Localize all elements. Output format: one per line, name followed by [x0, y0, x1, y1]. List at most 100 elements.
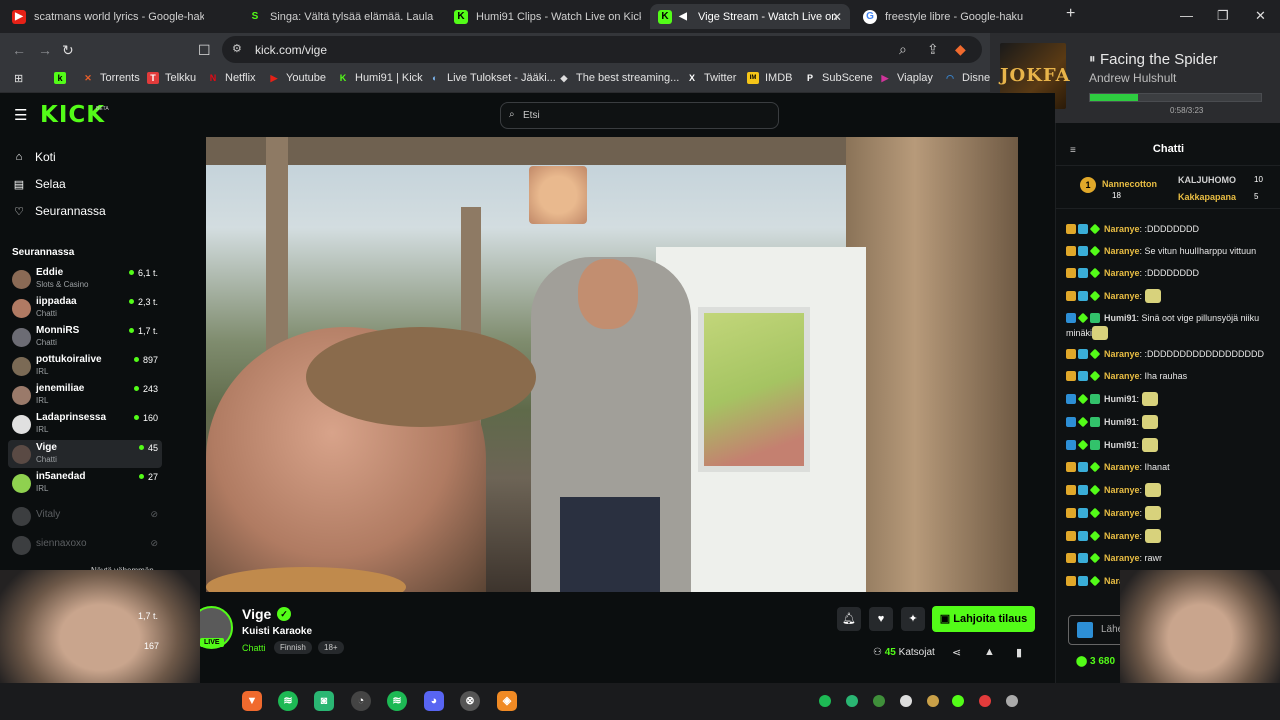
- channel-item[interactable]: in5anedad IRL 27: [8, 469, 162, 497]
- channel-item-offline[interactable]: siennaxoxo ⊘: [8, 531, 162, 559]
- zoom-icon[interactable]: ⌕: [899, 41, 907, 58]
- reload-icon[interactable]: ↻: [62, 42, 74, 59]
- emote-picker-icon[interactable]: [1077, 622, 1093, 638]
- app-icon[interactable]: ◈: [497, 691, 517, 711]
- clip-icon[interactable]: ▮: [1016, 646, 1022, 659]
- bookmark-item[interactable]: K Humi91 | Kick: [337, 72, 423, 84]
- browser-tab[interactable]: ▶ scatmans world lyrics - Google-haku: [4, 4, 229, 29]
- chat-username[interactable]: Humi91: [1104, 394, 1137, 404]
- heart-icon[interactable]: ♥: [869, 607, 893, 631]
- new-tab-icon[interactable]: +: [1066, 5, 1075, 23]
- app-icon[interactable]: ◙: [314, 691, 334, 711]
- chat-username[interactable]: Naranye: [1104, 224, 1140, 234]
- brave-shield-icon[interactable]: ◆: [955, 41, 966, 58]
- stream-category[interactable]: Chatti: [242, 643, 266, 653]
- chat-username[interactable]: Naranye: [1104, 291, 1140, 301]
- bookmark-item[interactable]: ✕ Torrents: [82, 72, 140, 84]
- spotify-icon[interactable]: ≋: [387, 691, 407, 711]
- bookmark-item[interactable]: N Netflix: [207, 72, 256, 84]
- channel-item[interactable]: Eddie Slots & Casino 6,1 t.: [8, 265, 162, 293]
- app-icon[interactable]: ◔: [351, 691, 371, 711]
- channel-item-selected[interactable]: Vige Chatti 45: [8, 440, 162, 468]
- chat-username[interactable]: Naranye: [1104, 371, 1140, 381]
- chat-username[interactable]: Naranye: [1104, 462, 1140, 472]
- bookmark-item[interactable]: IM IMDB: [747, 72, 793, 84]
- share-icon[interactable]: ⇪: [927, 41, 939, 58]
- channel-item-offline[interactable]: Vitaly ⊘: [8, 502, 162, 530]
- close-window-icon[interactable]: ✕: [1255, 8, 1266, 24]
- sparkle-icon[interactable]: ✦: [901, 607, 925, 631]
- streamer-name[interactable]: Vige: [242, 606, 271, 622]
- tray-icon[interactable]: [927, 695, 939, 707]
- browser-tab[interactable]: K Humi91 Clips - Watch Live on Kick: [446, 4, 641, 29]
- share-icon[interactable]: ⋖: [952, 646, 961, 659]
- maximize-icon[interactable]: ❐: [1217, 8, 1229, 24]
- bookmark-item[interactable]: T Telkku: [147, 72, 196, 84]
- chat-username[interactable]: Naranye: [1104, 531, 1140, 541]
- bookmark-item[interactable]: ◠ Disne: [944, 72, 990, 84]
- chat-username[interactable]: Humi91: [1104, 417, 1137, 427]
- site-info-icon[interactable]: ⚙: [232, 42, 242, 55]
- video-player[interactable]: [206, 137, 1018, 592]
- media-progress-bar[interactable]: [1089, 93, 1262, 102]
- cloud-tray-icon[interactable]: [900, 695, 912, 707]
- menu-icon[interactable]: ☰: [14, 106, 27, 124]
- badge-icon: [1089, 290, 1101, 302]
- bell-icon[interactable]: 🔔︎: [837, 607, 861, 631]
- chat-username[interactable]: Naranye: [1104, 485, 1140, 495]
- browser-tab[interactable]: G freestyle libre - Google-haku: [855, 4, 1055, 29]
- bookmark-item[interactable]: ◐ Live Tulokset - Jääki...: [429, 72, 556, 84]
- channel-item[interactable]: pottukoiralive IRL 897: [8, 352, 162, 380]
- bookmark-item[interactable]: ◆ The best streaming...: [558, 72, 680, 84]
- browser-tab[interactable]: S Singa: Vältä tylsää elämää. Laula kara: [240, 4, 435, 29]
- chat-text: rawr: [1144, 553, 1163, 563]
- chat-text: Se vitun huulIharppu vittuun: [1144, 246, 1257, 256]
- chat-username[interactable]: Naranye: [1104, 553, 1140, 563]
- url-field[interactable]: ⚙ kick.com/vige ⌕ ⇪ ◆: [222, 36, 982, 63]
- play-tray-icon[interactable]: [952, 695, 964, 707]
- spotify-icon[interactable]: ≋: [278, 691, 298, 711]
- forward-icon[interactable]: →: [38, 42, 52, 58]
- bookmark-icon[interactable]: ☐: [198, 42, 211, 59]
- badge-icon: [1077, 312, 1089, 324]
- tray-icon[interactable]: [1006, 695, 1018, 707]
- spotify-tray-icon[interactable]: [819, 695, 831, 707]
- nav-browse[interactable]: ▤ Selaa: [12, 177, 66, 191]
- discord-icon[interactable]: ◕: [424, 691, 444, 711]
- chat-username[interactable]: Humi91: [1104, 313, 1137, 323]
- channel-item[interactable]: jenemiliae IRL 243: [8, 381, 162, 409]
- pause-icon[interactable]: ⏸: [1089, 51, 1096, 67]
- channel-item[interactable]: iippadaa Chatti 2,3 t.: [8, 294, 162, 322]
- chat-username[interactable]: Humi91: [1104, 440, 1137, 450]
- tray-icon[interactable]: [979, 695, 991, 707]
- gift-subscription-button[interactable]: ▣ Lahjoita tilaus: [932, 606, 1035, 632]
- chat-username[interactable]: Naranye: [1104, 268, 1140, 278]
- bookmark-item[interactable]: X Twitter: [686, 72, 736, 84]
- tag[interactable]: 18+: [318, 641, 344, 654]
- tray-icon[interactable]: [873, 695, 885, 707]
- nav-following[interactable]: ♡ Seurannassa: [12, 204, 106, 218]
- app-icon[interactable]: ⊗: [460, 691, 480, 711]
- chat-username[interactable]: Naranye: [1104, 508, 1140, 518]
- report-icon[interactable]: ▲: [984, 646, 995, 658]
- channel-item[interactable]: MonniRS Chatti 1,7 t.: [8, 323, 162, 351]
- minimize-icon[interactable]: —: [1180, 8, 1193, 23]
- chat-username[interactable]: Naranye: [1104, 246, 1140, 256]
- tray-icon[interactable]: [846, 695, 858, 707]
- bookmark-item[interactable]: ▶ Viaplay: [879, 72, 933, 84]
- back-icon[interactable]: ←: [12, 42, 26, 58]
- apps-icon[interactable]: ⊞: [14, 72, 23, 85]
- close-tab-icon[interactable]: ✕: [832, 10, 842, 24]
- channel-item[interactable]: Ladaprinsessa IRL 160: [8, 410, 162, 438]
- chat-username[interactable]: Naranye: [1104, 349, 1140, 359]
- offline-icon: ⊘: [150, 538, 158, 548]
- browser-tab-active[interactable]: K ◀ Vige Stream - Watch Live on ✕: [650, 4, 850, 29]
- channel-points[interactable]: ⬤ 3 680: [1076, 656, 1115, 667]
- tag[interactable]: Finnish: [274, 641, 312, 654]
- bookmark-item[interactable]: ▶ Youtube: [268, 72, 326, 84]
- nav-home[interactable]: ⌂ Koti: [12, 150, 56, 164]
- bookmark-item[interactable]: P SubScene: [804, 72, 873, 84]
- brave-icon[interactable]: ▼: [242, 691, 262, 711]
- search-input[interactable]: ⌕ Etsi: [500, 102, 779, 129]
- bookmark-item[interactable]: k: [54, 72, 72, 84]
